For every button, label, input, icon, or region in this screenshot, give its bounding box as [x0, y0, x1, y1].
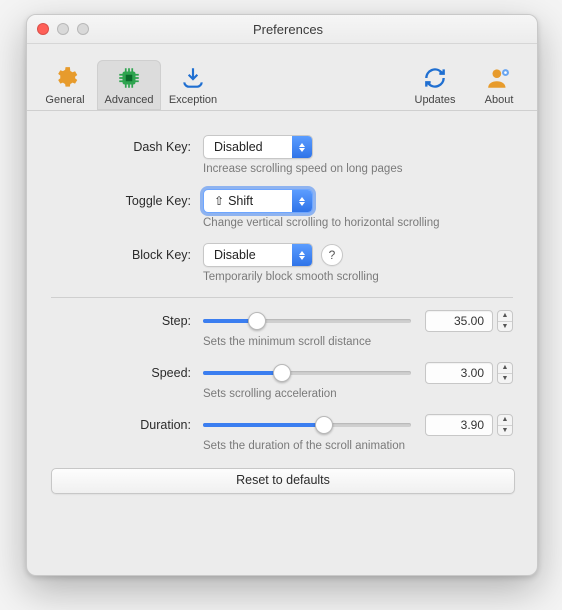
toggle-key-label: Toggle Key: [51, 194, 203, 208]
duration-stepper-buttons[interactable]: ▲▼ [497, 414, 513, 436]
row-duration: Duration: 3.90 ▲▼ [51, 414, 513, 436]
step-value-field[interactable]: 35.00 [425, 310, 493, 332]
tab-about[interactable]: About [467, 60, 531, 110]
step-label: Step: [51, 314, 203, 328]
refresh-icon [421, 64, 449, 92]
duration-slider[interactable] [203, 414, 411, 436]
shift-glyph-icon: ⇧ [214, 194, 224, 208]
block-key-value: Disable [204, 248, 292, 262]
step-hint: Sets the minimum scroll distance [203, 336, 513, 348]
gear-icon [51, 64, 79, 92]
block-key-label: Block Key: [51, 248, 203, 262]
tab-general[interactable]: General [33, 60, 97, 110]
block-key-popup[interactable]: Disable [203, 243, 313, 267]
close-window-button[interactable] [37, 23, 49, 35]
tab-label: About [485, 94, 514, 106]
dash-key-label: Dash Key: [51, 140, 203, 154]
preferences-content: Dash Key: Disabled Increase scrolling sp… [27, 111, 537, 576]
chevron-up-icon: ▲ [498, 311, 512, 322]
reset-to-defaults-button[interactable]: Reset to defaults [51, 468, 515, 494]
chevron-up-icon: ▲ [498, 415, 512, 426]
toggle-key-text: Shift [228, 194, 253, 208]
speed-stepper-buttons[interactable]: ▲▼ [497, 362, 513, 384]
tab-label: General [45, 94, 84, 106]
slider-knob[interactable] [315, 416, 333, 434]
duration-label: Duration: [51, 418, 203, 432]
preferences-toolbar: General Advanced [27, 44, 537, 111]
speed-value-field[interactable]: 3.00 [425, 362, 493, 384]
download-icon [179, 64, 207, 92]
speed-slider[interactable] [203, 362, 411, 384]
dash-key-hint: Increase scrolling speed on long pages [203, 163, 513, 175]
chevron-updown-icon [292, 190, 312, 212]
person-gear-icon [485, 64, 513, 92]
chevron-down-icon: ▼ [498, 426, 512, 436]
chevron-down-icon: ▼ [498, 374, 512, 384]
step-stepper: 35.00 ▲▼ [425, 310, 513, 332]
tab-exception[interactable]: Exception [161, 60, 225, 110]
tab-advanced[interactable]: Advanced [97, 60, 161, 110]
row-block-key: Block Key: Disable ? [51, 243, 513, 267]
row-speed: Speed: 3.00 ▲▼ [51, 362, 513, 384]
toggle-key-popup[interactable]: ⇧ Shift [203, 189, 313, 213]
tab-label: Exception [169, 94, 217, 106]
window-title: Preferences [49, 22, 527, 37]
block-key-hint: Temporarily block smooth scrolling [203, 271, 513, 283]
chip-icon [115, 64, 143, 92]
step-slider[interactable] [203, 310, 411, 332]
row-toggle-key: Toggle Key: ⇧ Shift [51, 189, 513, 213]
slider-knob[interactable] [248, 312, 266, 330]
tab-label: Updates [415, 94, 456, 106]
tab-label: Advanced [105, 94, 154, 106]
chevron-updown-icon [292, 136, 312, 158]
speed-stepper: 3.00 ▲▼ [425, 362, 513, 384]
block-key-help-button[interactable]: ? [321, 244, 343, 266]
chevron-updown-icon [292, 244, 312, 266]
duration-stepper: 3.90 ▲▼ [425, 414, 513, 436]
row-dash-key: Dash Key: Disabled [51, 135, 513, 159]
tab-updates[interactable]: Updates [403, 60, 467, 110]
duration-hint: Sets the duration of the scroll animatio… [203, 440, 513, 452]
duration-value-field[interactable]: 3.90 [425, 414, 493, 436]
help-icon: ? [329, 248, 336, 262]
toggle-key-hint: Change vertical scrolling to horizontal … [203, 217, 513, 229]
chevron-down-icon: ▼ [498, 322, 512, 332]
section-divider [51, 297, 513, 298]
dash-key-value: Disabled [204, 140, 292, 154]
toggle-key-value: ⇧ Shift [204, 194, 292, 208]
preferences-window: Preferences General [26, 14, 538, 576]
step-stepper-buttons[interactable]: ▲▼ [497, 310, 513, 332]
titlebar: Preferences [27, 15, 537, 44]
row-step: Step: 35.00 ▲▼ [51, 310, 513, 332]
speed-label: Speed: [51, 366, 203, 380]
speed-hint: Sets scrolling acceleration [203, 388, 513, 400]
slider-knob[interactable] [273, 364, 291, 382]
dash-key-popup[interactable]: Disabled [203, 135, 313, 159]
chevron-up-icon: ▲ [498, 363, 512, 374]
